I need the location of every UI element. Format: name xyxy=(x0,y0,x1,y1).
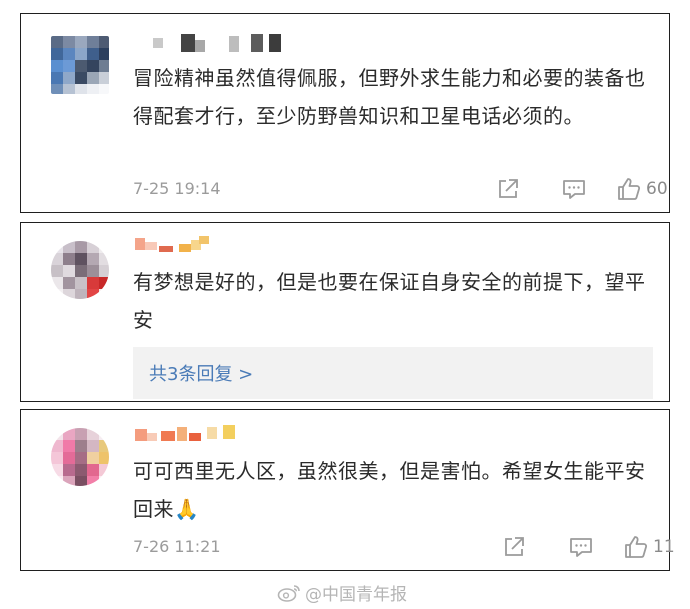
like-count: 60 xyxy=(646,179,668,199)
comment-card: 有梦想是好的，但是也要在保证自身安全的前提下，望平安 共3条回复 > xyxy=(20,222,670,402)
comment-button[interactable] xyxy=(568,533,594,561)
view-replies-link[interactable]: 共3条回复 > xyxy=(149,360,253,386)
share-icon xyxy=(501,534,527,560)
timestamp: 7-26 11:21 xyxy=(133,537,221,556)
comment-card: 冒险精神虽然值得佩服，但野外求生能力和必要的装备也得配套才行，至少防野兽知识和卫… xyxy=(20,13,670,213)
like-button[interactable]: 60 xyxy=(616,175,668,203)
comment-text: 冒险精神虽然值得佩服，但野外求生能力和必要的装备也得配套才行，至少防野兽知识和卫… xyxy=(133,66,646,128)
comment-icon xyxy=(561,176,587,202)
comment-card: 可可西里无人区，虽然很美，但是害怕。希望女生能平安回来🙏 7-26 11:21 … xyxy=(20,409,675,571)
comment-icon xyxy=(568,534,594,560)
weibo-icon xyxy=(277,583,301,603)
reply-summary[interactable]: 共3条回复 > xyxy=(133,347,653,399)
thumbs-up-icon xyxy=(623,534,649,560)
share-icon xyxy=(495,176,521,202)
avatar[interactable] xyxy=(51,428,109,486)
comment-meta: 7-26 11:21 11 xyxy=(133,533,675,561)
thumbs-up-icon xyxy=(616,176,642,202)
like-button[interactable]: 11 xyxy=(623,533,675,561)
comment-button[interactable] xyxy=(561,175,587,203)
watermark-text: @中国青年报 xyxy=(305,585,407,605)
share-button[interactable] xyxy=(501,533,527,561)
share-button[interactable] xyxy=(495,175,521,203)
comment-text: 有梦想是好的，但是也要在保证自身安全的前提下，望平安 xyxy=(133,270,646,332)
like-count: 11 xyxy=(653,537,675,557)
comment-text: 可可西里无人区，虽然很美，但是害怕。希望女生能平安回来🙏 xyxy=(133,459,646,521)
timestamp: 7-25 19:14 xyxy=(133,179,221,198)
avatar[interactable] xyxy=(51,241,109,299)
comment-meta: 7-25 19:14 60 xyxy=(133,175,668,203)
watermark: @中国青年报 xyxy=(277,580,407,605)
avatar[interactable] xyxy=(51,36,109,94)
